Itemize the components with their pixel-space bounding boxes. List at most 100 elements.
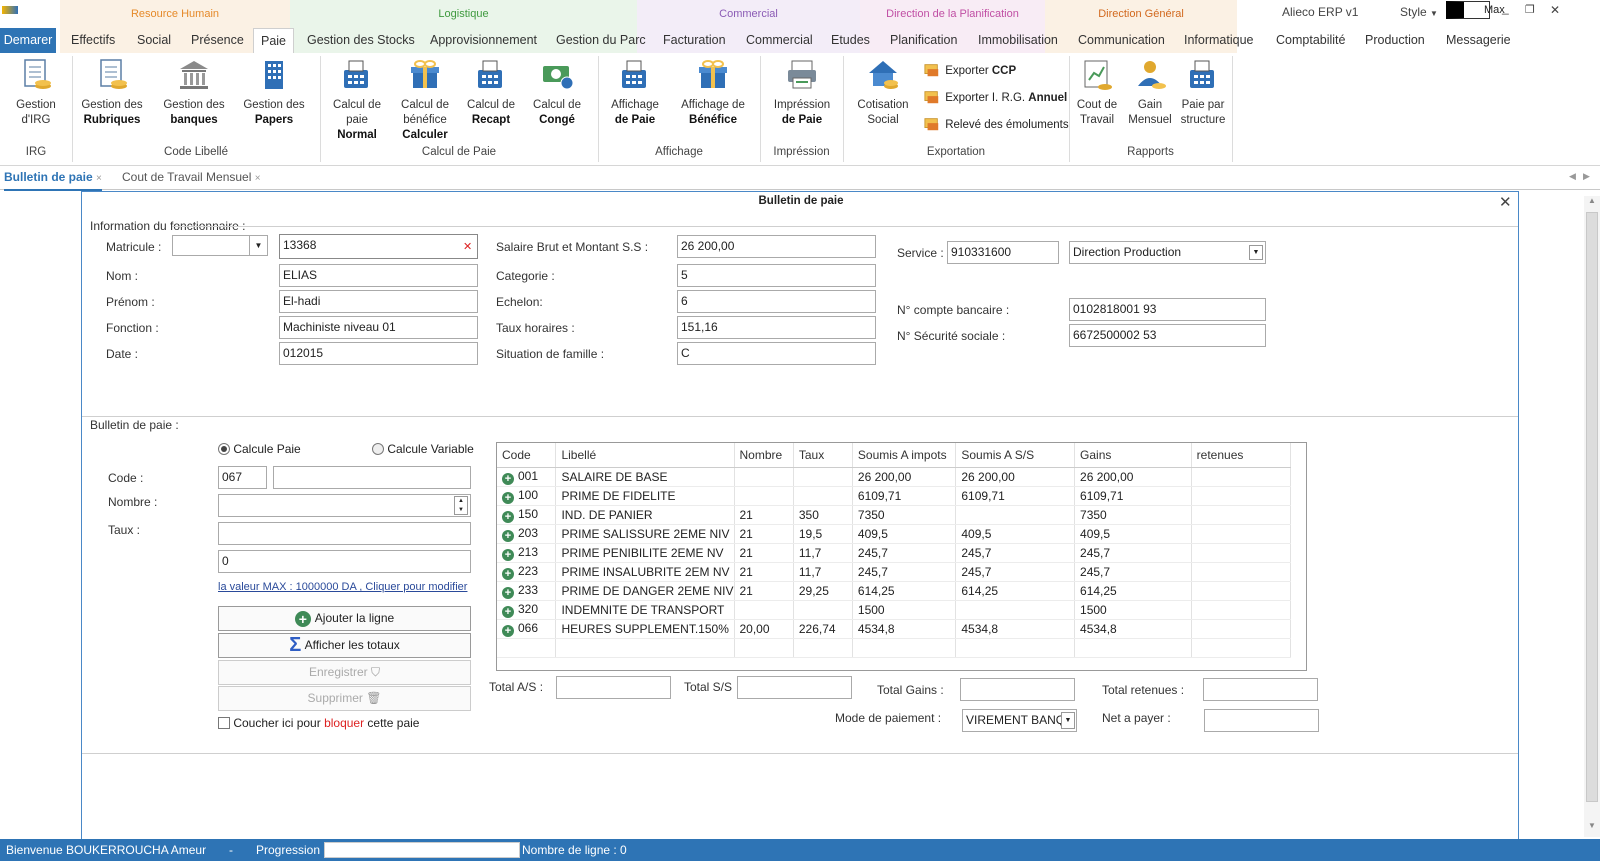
tab-social[interactable]: Social <box>137 28 171 53</box>
max-box[interactable]: Max <box>1446 1 1505 19</box>
gestion-banques-button[interactable]: Gestion des banques <box>160 58 228 128</box>
tab-scroll-left-icon[interactable]: ◀ <box>1569 171 1576 182</box>
scroll-down-icon[interactable]: ▼ <box>1584 821 1600 837</box>
cotisation-social-button[interactable]: Cotisation Social <box>852 58 914 128</box>
tab-demarer[interactable]: Demarer <box>0 28 56 53</box>
expand-row-icon[interactable]: + <box>502 529 514 542</box>
tab-production[interactable]: Production <box>1365 28 1425 53</box>
minimize-icon[interactable]: _ <box>1502 1 1509 15</box>
expand-row-icon[interactable]: + <box>502 510 514 523</box>
col-header[interactable]: Gains <box>1074 443 1192 468</box>
tab-comptabilite[interactable]: Comptabilité <box>1276 28 1345 53</box>
afficher-totaux-button[interactable]: Σ Afficher les totaux <box>218 633 471 658</box>
tab-effectifs[interactable]: Effectifs <box>71 28 115 53</box>
export-irg-annuel-button[interactable]: Exporter I. R.G. Annuel <box>922 89 1067 105</box>
tab-approvisionnement[interactable]: Approvisionnement <box>430 28 537 53</box>
categorie-input[interactable]: 5 <box>677 264 876 287</box>
tab-immobilisation[interactable]: Immobilisation <box>978 28 1058 53</box>
tab-gestion-parc[interactable]: Gestion du Parc <box>556 28 646 53</box>
affichage-paie-button[interactable]: Affichage de Paie <box>604 58 666 128</box>
col-header[interactable]: Code <box>497 443 557 468</box>
tab-gestion-stocks[interactable]: Gestion des Stocks <box>307 28 415 53</box>
montant-input[interactable]: 0 <box>218 550 471 573</box>
gestion-rubriques-button[interactable]: Gestion des Rubriques <box>78 58 146 128</box>
radio-calcule-variable[interactable]: Calcule Variable <box>372 442 474 456</box>
tab-communication[interactable]: Communication <box>1078 28 1165 53</box>
tab-commercial[interactable]: Commercial <box>746 28 813 53</box>
close-icon[interactable]: × <box>255 173 261 184</box>
situation-input[interactable]: C <box>677 342 876 365</box>
col-header[interactable]: Soumis A impots <box>852 443 957 468</box>
paie-structure-button[interactable]: Paie par structure <box>1174 58 1232 128</box>
calcul-recapt-button[interactable]: Calcul de Recapt <box>460 58 522 128</box>
code-input[interactable]: 067 <box>218 466 267 489</box>
secu-input[interactable]: 6672500002 53 <box>1069 324 1266 347</box>
tab-planification[interactable]: Planification <box>890 28 957 53</box>
tab-etudes[interactable]: Etudes <box>831 28 870 53</box>
fonction-input[interactable]: Machiniste niveau 01 <box>279 316 478 339</box>
date-input[interactable]: 012015 <box>279 342 478 365</box>
matricule-select[interactable]: ▼ <box>172 235 268 256</box>
col-header[interactable]: retenues <box>1191 443 1292 468</box>
tab-messagerie[interactable]: Messagerie <box>1446 28 1511 53</box>
total-as-input[interactable] <box>556 676 671 699</box>
expand-row-icon[interactable]: + <box>502 586 514 599</box>
supprimer-button[interactable]: Supprimer 🗑 <box>218 686 471 711</box>
table-row[interactable]: +223 PRIME INSALUBRITE 2EM NV 21 11,7 245,7 2… <box>497 562 1292 582</box>
releve-emoluments-button[interactable]: Relevé des émoluments <box>922 116 1069 132</box>
scroll-thumb[interactable] <box>1586 212 1598 802</box>
radio-calcule-paie[interactable]: Calcule Paie <box>218 442 301 456</box>
net-payer-input[interactable] <box>1204 709 1319 732</box>
tab-presence[interactable]: Présence <box>191 28 244 53</box>
expand-row-icon[interactable]: + <box>502 491 514 504</box>
nom-input[interactable]: ELIAS <box>279 264 478 287</box>
table-row[interactable]: +150 IND. DE PANIER 21 350 7350 7350 <box>497 505 1292 525</box>
calcul-benefice-button[interactable]: Calcul de bénéfice Calculer <box>394 58 456 143</box>
service-select[interactable]: Direction Production ▼ <box>1069 241 1266 264</box>
gain-mensuel-button[interactable]: Gain Mensuel <box>1122 58 1178 128</box>
table-row[interactable]: +001 SALAIRE DE BASE 26 200,00 26 200,00 26 … <box>497 467 1292 487</box>
matricule-input[interactable]: 13368 <box>279 234 478 259</box>
table-row[interactable]: +066 HEURES SUPPLEMENT.150% 20,00 226,74 453… <box>497 619 1292 639</box>
enregistrer-button[interactable]: Enregistrer ⛉ <box>218 660 471 685</box>
table-row[interactable]: +233 PRIME DE DANGER 2EME NIV 21 29,25 614,2… <box>497 581 1292 601</box>
service-code-input[interactable]: 910331600 <box>947 241 1059 264</box>
table-row[interactable]: +213 PRIME PENIBILITE 2EME NV 21 11,7 245,7 2… <box>497 543 1292 563</box>
col-header[interactable]: Soumis A S/S <box>955 443 1076 468</box>
gestion-irg-button[interactable]: Gestion d'IRG <box>4 58 68 128</box>
expand-row-icon[interactable]: + <box>502 605 514 618</box>
scroll-up-icon[interactable]: ▲ <box>1584 196 1600 212</box>
total-retenues-input[interactable] <box>1203 678 1318 701</box>
code-libelle-input[interactable] <box>273 466 471 489</box>
table-row[interactable]: +100 PRIME DE FIDELITE 6109,71 6109,71 6109,… <box>497 486 1292 506</box>
salaire-input[interactable]: 26 200,00 <box>677 235 876 258</box>
col-header[interactable]: Nombre <box>734 443 794 468</box>
gestion-papers-button[interactable]: Gestion des Papers <box>240 58 308 128</box>
doc-tab-bulletin[interactable]: Bulletin de paie × <box>4 170 102 184</box>
max-value-link[interactable]: la valeur MAX : 1000000 DA , Cliquer pou… <box>218 581 467 593</box>
ajouter-ligne-button[interactable]: + Ajouter la ligne <box>218 606 471 631</box>
vertical-scrollbar[interactable]: ▲ ▼ <box>1584 196 1600 837</box>
cout-travail-button[interactable]: Cout de Travail <box>1068 58 1126 128</box>
affichage-benefice-button[interactable]: Affichage de Bénéfice <box>676 58 750 128</box>
echelon-input[interactable]: 6 <box>677 290 876 313</box>
expand-row-icon[interactable]: + <box>502 624 514 637</box>
close-icon[interactable]: ✕ <box>1499 193 1512 211</box>
table-row[interactable]: +203 PRIME SALISSURE 2EME NIV 21 19,5 409,5 4… <box>497 524 1292 544</box>
export-ccp-button[interactable]: Exporter CCP <box>922 62 1016 78</box>
stepper-icon[interactable]: ▲ ▼ <box>454 496 468 515</box>
expand-row-icon[interactable]: + <box>502 472 514 485</box>
prenom-input[interactable]: El-hadi <box>279 290 478 313</box>
col-header[interactable]: Taux <box>793 443 853 468</box>
doc-tab-cout-travail[interactable]: Cout de Travail Mensuel × <box>122 170 261 184</box>
calcul-conge-button[interactable]: Calcul de Congé <box>526 58 588 128</box>
total-ss-input[interactable] <box>737 676 852 699</box>
table-row[interactable]: +320 INDEMNITE DE TRANSPORT 1500 1500 <box>497 600 1292 620</box>
block-paie-checkbox[interactable]: Coucher ici pour bloquer cette paie <box>218 716 419 730</box>
compte-input[interactable]: 0102818001 93 <box>1069 298 1266 321</box>
restore-icon[interactable]: ❐ <box>1525 3 1535 16</box>
tab-facturation[interactable]: Facturation <box>663 28 726 53</box>
taux-input[interactable] <box>218 522 471 545</box>
style-menu[interactable]: Style ▼ <box>1400 5 1438 19</box>
clear-icon[interactable]: ✕ <box>463 240 472 253</box>
